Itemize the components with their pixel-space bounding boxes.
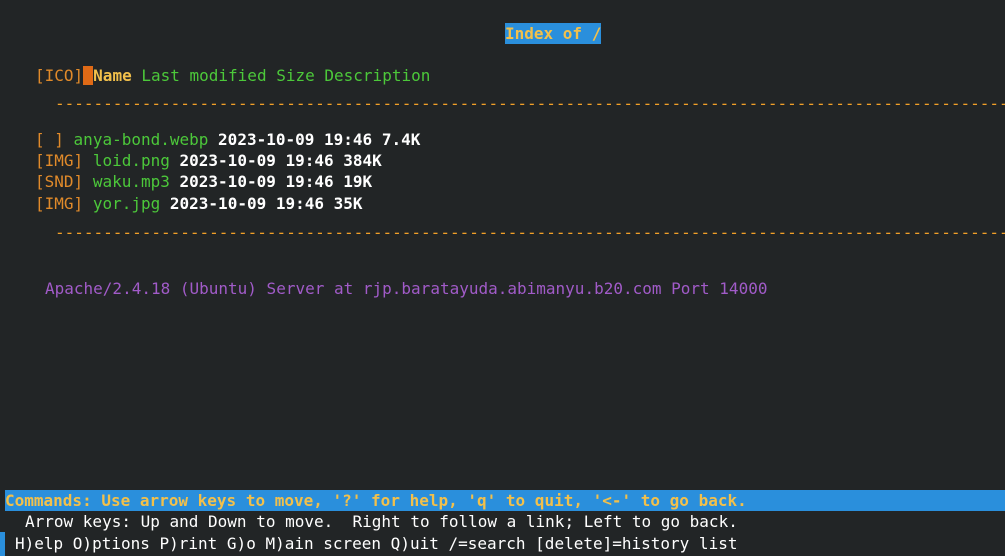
key-commands-help: H)elp O)ptions P)rint G)o M)ain screen Q…	[15, 534, 738, 553]
file-type-icon: [ ]	[35, 130, 64, 149]
top-separator: ----------------------------------------…	[55, 94, 1005, 113]
file-size: 19K	[343, 172, 373, 191]
file-type-icon: [IMG]	[35, 194, 84, 213]
list-item: [IMG] loid.png 2023-10-09 19:46 384K	[35, 150, 382, 171]
file-size: 35K	[333, 194, 363, 213]
file-date: 2023-10-09 19:46	[169, 194, 325, 213]
file-link-anya-bond[interactable]: anya-bond.webp	[74, 130, 209, 149]
sort-by-name-link[interactable]: Name	[93, 66, 132, 85]
edge-marker	[0, 532, 5, 556]
sort-by-modified-link[interactable]: Last modified	[141, 66, 266, 85]
file-link-waku[interactable]: waku.mp3	[93, 172, 170, 191]
file-size: 7.4K	[381, 130, 421, 149]
sort-by-description-link[interactable]: Description	[324, 66, 430, 85]
file-date: 2023-10-09 19:46	[179, 172, 334, 191]
list-item: [ ] anya-bond.webp 2023-10-09 19:46 7.4K	[35, 129, 420, 150]
page-title: Index of /	[505, 23, 602, 44]
list-item: [IMG] yor.jpg 2023-10-09 19:46 35K	[35, 193, 363, 214]
server-signature: Apache/2.4.18 (Ubuntu) Server at rjp.bar…	[45, 279, 768, 298]
sort-by-size-link[interactable]: Size	[276, 66, 315, 85]
bottom-separator: ----------------------------------------…	[55, 223, 1005, 242]
file-date: 2023-10-09 19:46	[218, 130, 373, 149]
commands-status-bar: Commands: Use arrow keys to move, '?' fo…	[5, 490, 1005, 511]
file-link-loid[interactable]: loid.png	[93, 151, 170, 170]
icon-column-header: [ICO]	[35, 66, 84, 85]
file-link-yor[interactable]: yor.jpg	[93, 194, 160, 213]
table-header: [ICO] Name Last modified Size Description	[35, 65, 430, 86]
text-cursor	[83, 66, 94, 85]
arrow-keys-help: Arrow keys: Up and Down to move. Right t…	[25, 512, 738, 531]
file-date: 2023-10-09 19:46	[179, 151, 334, 170]
file-size: 384K	[343, 151, 382, 170]
file-type-icon: [SND]	[35, 172, 84, 191]
list-item: [SND] waku.mp3 2023-10-09 19:46 19K	[35, 171, 372, 192]
file-type-icon: [IMG]	[35, 151, 84, 170]
